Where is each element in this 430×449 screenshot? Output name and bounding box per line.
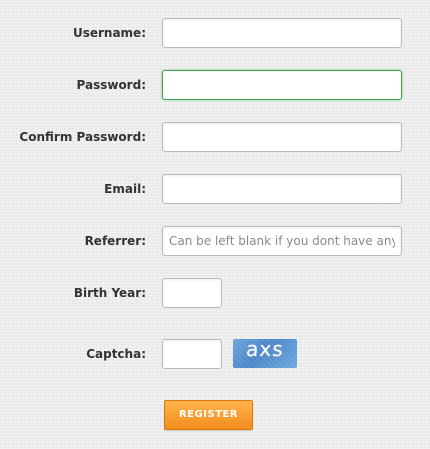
email-label: Email: xyxy=(104,182,146,196)
captcha-image: axs xyxy=(233,339,297,368)
password-input[interactable] xyxy=(162,70,402,100)
username-label: Username: xyxy=(72,26,146,40)
captcha-input[interactable] xyxy=(162,339,222,369)
captcha-label: Captcha: xyxy=(86,347,146,361)
birth-year-label: Birth Year: xyxy=(73,286,146,300)
username-row: Username: xyxy=(0,18,430,48)
email-input[interactable] xyxy=(162,174,402,204)
referrer-label: Referrer: xyxy=(84,234,146,248)
password-label: Password: xyxy=(76,78,147,92)
referrer-input[interactable] xyxy=(162,226,402,256)
birth-year-input[interactable] xyxy=(162,278,222,308)
registration-form: Username: Password: Confirm Password: Em… xyxy=(0,0,430,449)
confirm-password-label: Confirm Password: xyxy=(19,130,146,144)
password-row: Password: xyxy=(0,70,430,100)
referrer-row: Referrer: xyxy=(0,226,430,256)
confirm-password-row: Confirm Password: xyxy=(0,122,430,152)
email-row: Email: xyxy=(0,174,430,204)
register-button[interactable]: REGISTER xyxy=(164,400,253,430)
captcha-row: Captcha: axs xyxy=(0,339,430,369)
birth-year-row: Birth Year: xyxy=(0,278,430,308)
confirm-password-input[interactable] xyxy=(162,122,402,152)
captcha-image-text: axs xyxy=(245,339,285,361)
username-input[interactable] xyxy=(162,18,402,48)
